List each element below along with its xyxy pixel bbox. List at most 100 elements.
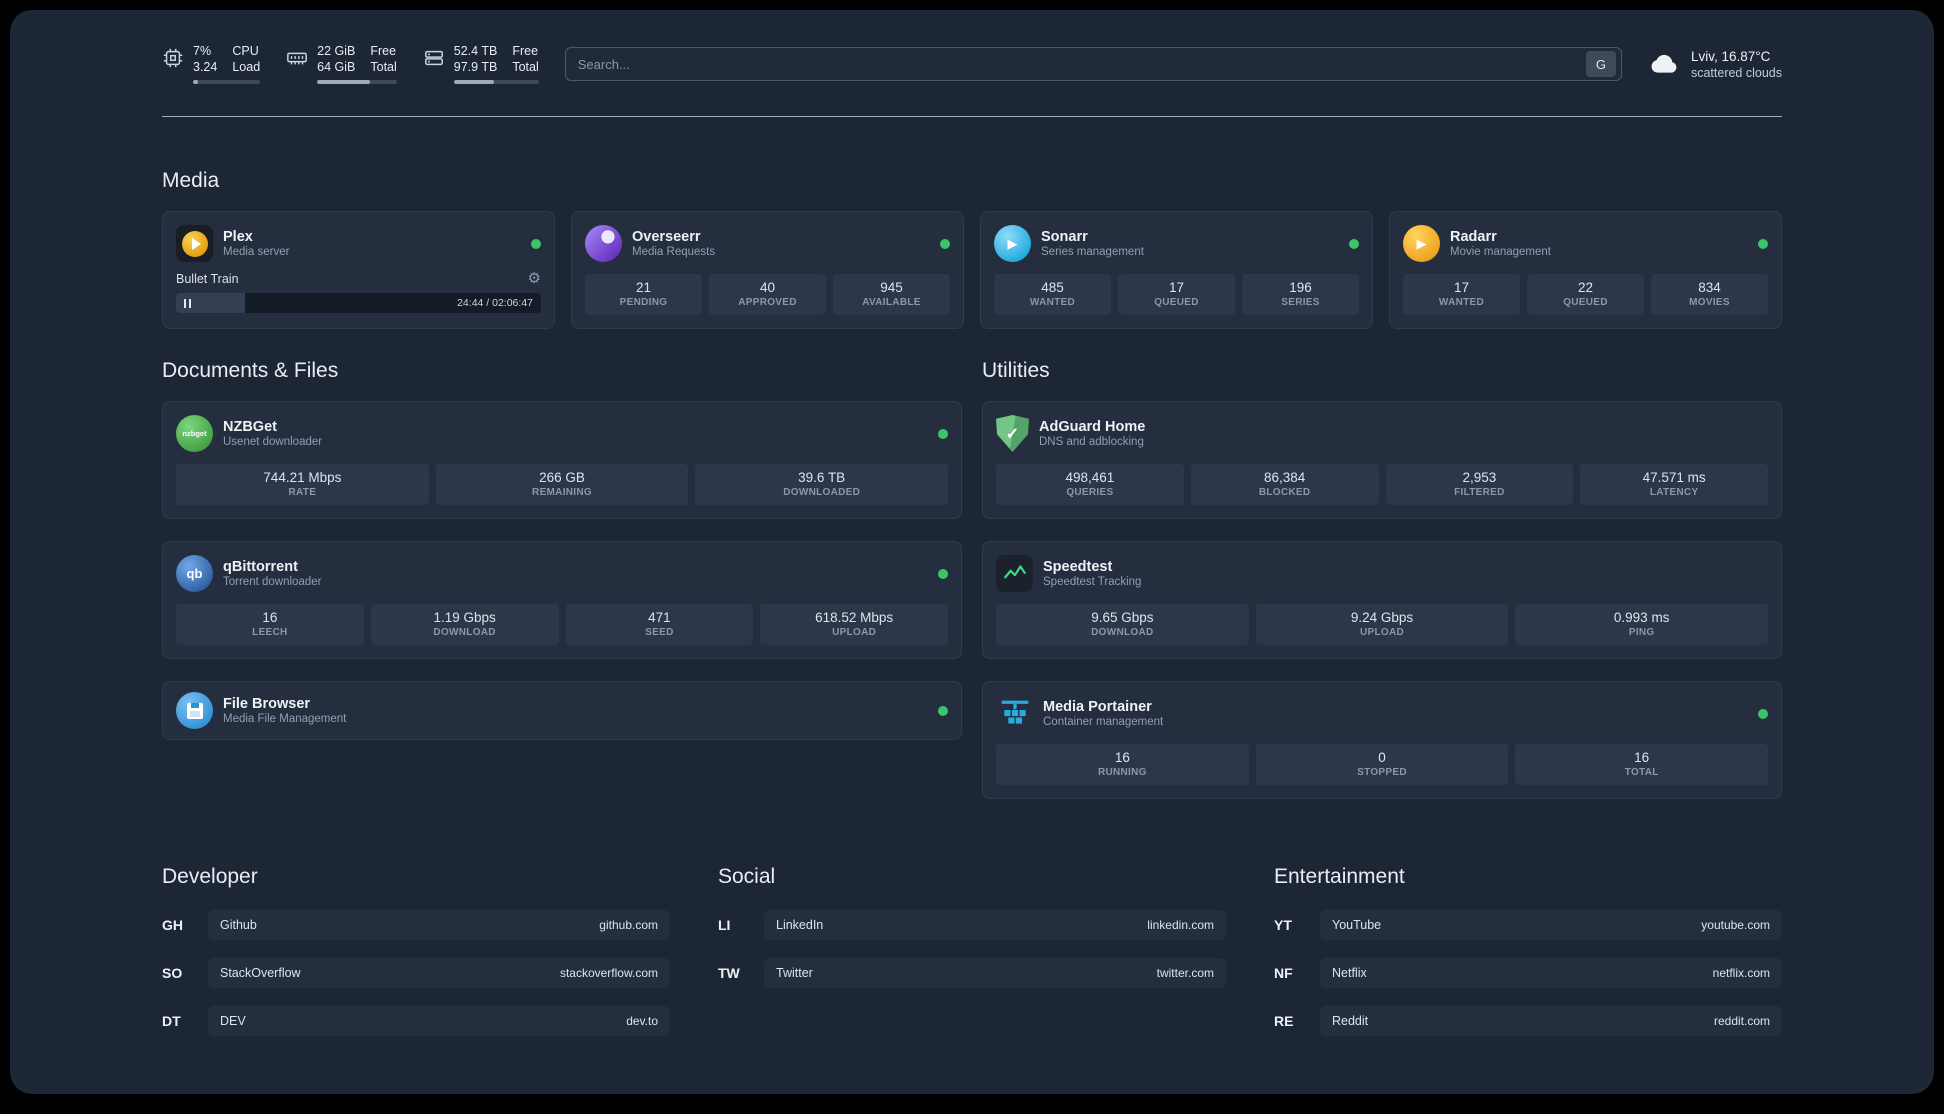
app-card-qbittorrent[interactable]: qb qBittorrent Torrent downloader 16 LEE… — [162, 541, 962, 659]
status-dot — [1758, 238, 1768, 249]
weather-widget[interactable]: Lviv, 16.87°C scattered clouds — [1648, 48, 1782, 81]
stat-upload: 9.24 Gbps UPLOAD — [1255, 604, 1509, 645]
ram-total: 64 GiB — [317, 60, 356, 74]
disk-progress-bar — [453, 80, 539, 84]
stat-movies: 834 MOVIES — [1651, 274, 1768, 315]
stat-value: 22 — [1577, 280, 1594, 295]
gear-icon[interactable]: ⚙ — [528, 271, 541, 286]
cpu-label-top: CPU — [232, 44, 259, 58]
ram-icon — [287, 52, 308, 65]
stat-total: 16 TOTAL — [1515, 744, 1769, 785]
pause-button[interactable] — [184, 298, 191, 308]
stat-value: 744.21 Mbps — [263, 470, 342, 485]
section-documents: Documents & Files nzbget NZBGet Usenet d… — [162, 359, 962, 740]
plex-icon — [176, 225, 213, 262]
stat-available: 945 AVAILABLE — [833, 274, 950, 315]
dashboard-app: 7% 3.24 CPU Load 22 GiB 64 GiB Free Tota… — [10, 10, 1934, 1094]
app-card-nzbget[interactable]: nzbget NZBGet Usenet downloader 744.21 M… — [162, 401, 962, 519]
stat-label: RUNNING — [1097, 767, 1147, 778]
app-subtitle: Media File Management — [223, 713, 347, 725]
bookmark-name: Twitter — [776, 966, 813, 980]
app-title: AdGuard Home — [1039, 419, 1146, 435]
bookmark-github[interactable]: GH Github github.com — [162, 910, 670, 940]
bookmark-netflix[interactable]: NF Netflix netflix.com — [1274, 958, 1782, 988]
app-title: Plex — [223, 229, 253, 245]
ram-progress-bar — [317, 80, 397, 84]
bookmark-linkedin[interactable]: LI LinkedIn linkedin.com — [718, 910, 1226, 940]
app-card-overseerr[interactable]: Overseerr Media Requests 21 PENDING 40 A… — [571, 211, 964, 329]
app-title: Media Portainer — [1043, 699, 1152, 715]
cpu-progress-fill — [193, 80, 198, 84]
app-card-plex[interactable]: Plex Media server Bullet Train ⚙ 24:44 /… — [162, 211, 555, 329]
search-engine-button[interactable]: G — [1585, 51, 1616, 77]
stat-label: QUEUED — [1154, 297, 1199, 308]
app-card-filebrowser[interactable]: File Browser Media File Management — [162, 681, 962, 740]
stat-value: 16 — [262, 610, 278, 625]
bookmark-dev[interactable]: DT DEV dev.to — [162, 1006, 670, 1036]
bookmark-youtube[interactable]: YT YouTube youtube.com — [1274, 910, 1782, 940]
stat-pending: 21 PENDING — [585, 274, 702, 315]
weather-condition: scattered clouds — [1690, 65, 1782, 80]
sonarr-icon: ▶ — [994, 225, 1031, 262]
app-title: qBittorrent — [223, 559, 298, 575]
stat-label: TOTAL — [1624, 767, 1659, 778]
app-subtitle: Speedtest Tracking — [1043, 576, 1142, 588]
bookmark-reddit[interactable]: RE Reddit reddit.com — [1274, 1006, 1782, 1036]
stat-running: 16 RUNNING — [996, 744, 1249, 785]
stat-seed: 471 SEED — [565, 604, 754, 645]
stat-label: QUERIES — [1066, 487, 1114, 498]
app-title: File Browser — [223, 696, 311, 712]
stat-value: 1.19 Gbps — [433, 610, 496, 625]
cpu-icon — [163, 48, 183, 68]
stat-blocked: 86,384 BLOCKED — [1190, 464, 1379, 505]
cpu-loadavg: 3.24 — [193, 60, 218, 74]
bookmark-abbr: DT — [162, 1013, 181, 1029]
stat-queries: 498,461 QUERIES — [996, 464, 1184, 505]
stat-label: LATENCY — [1649, 487, 1699, 498]
app-card-portainer[interactable]: Media Portainer Container management 16 … — [982, 681, 1782, 799]
stat-approved: 40 APPROVED — [709, 274, 826, 315]
search-input[interactable] — [577, 56, 1586, 72]
bookmark-url: linkedin.com — [1147, 918, 1214, 932]
stat-value: 485 — [1041, 280, 1064, 295]
qbittorrent-icon: qb — [176, 555, 213, 592]
portainer-crane-icon — [996, 695, 1033, 732]
app-subtitle: Series management — [1041, 246, 1144, 258]
app-subtitle: Movie management — [1450, 246, 1551, 258]
app-subtitle: DNS and adblocking — [1039, 436, 1144, 448]
ram-label-top: Free — [370, 44, 397, 58]
bookmark-abbr: GH — [162, 917, 183, 933]
app-card-sonarr[interactable]: ▶ Sonarr Series management 485 WANTED 17… — [980, 211, 1373, 329]
stat-value: 196 — [1289, 280, 1312, 295]
bookmark-url: dev.to — [626, 1014, 658, 1028]
section-title-media: Media — [162, 169, 220, 192]
app-card-radarr[interactable]: ▶ Radarr Movie management 17 WANTED 22 Q… — [1389, 211, 1782, 329]
stat-series: 196 SERIES — [1242, 274, 1359, 315]
stat-label: DOWNLOAD — [1091, 627, 1154, 638]
app-subtitle: Container management — [1043, 716, 1164, 728]
app-title: Overseerr — [632, 229, 701, 245]
bookmark-abbr: SO — [162, 965, 183, 981]
bookmark-name: YouTube — [1332, 918, 1382, 932]
bookmark-twitter[interactable]: TW Twitter twitter.com — [718, 958, 1226, 988]
player-progress-bar[interactable]: 24:44 / 02:06:47 — [176, 293, 541, 313]
bookmark-stackoverflow[interactable]: SO StackOverflow stackoverflow.com — [162, 958, 670, 988]
stat-label: UPLOAD — [1359, 627, 1405, 638]
stat-value: 498,461 — [1065, 470, 1115, 485]
stat-value: 17 — [1168, 280, 1185, 295]
stat-value: 2,953 — [1462, 470, 1497, 485]
disk-label-bottom: Total — [512, 60, 539, 74]
app-card-speedtest[interactable]: Speedtest Speedtest Tracking 9.65 Gbps D… — [982, 541, 1782, 659]
stat-label: BLOCKED — [1258, 487, 1311, 498]
stat-label: UPLOAD — [832, 627, 877, 638]
bookmark-url: reddit.com — [1713, 1014, 1770, 1028]
cpu-progress-bar — [193, 80, 261, 84]
stat-wanted: 17 WANTED — [1403, 274, 1520, 315]
status-dot — [1349, 238, 1359, 249]
ram-widget: 22 GiB 64 GiB Free Total — [286, 44, 397, 84]
stat-label: WANTED — [1438, 297, 1485, 308]
stat-label: FILTERED — [1454, 487, 1505, 498]
app-card-adguard[interactable]: ✓ AdGuard Home DNS and adblocking 498,46… — [982, 401, 1782, 519]
stat-queued: 17 QUEUED — [1118, 274, 1235, 315]
header-divider — [162, 116, 1782, 117]
